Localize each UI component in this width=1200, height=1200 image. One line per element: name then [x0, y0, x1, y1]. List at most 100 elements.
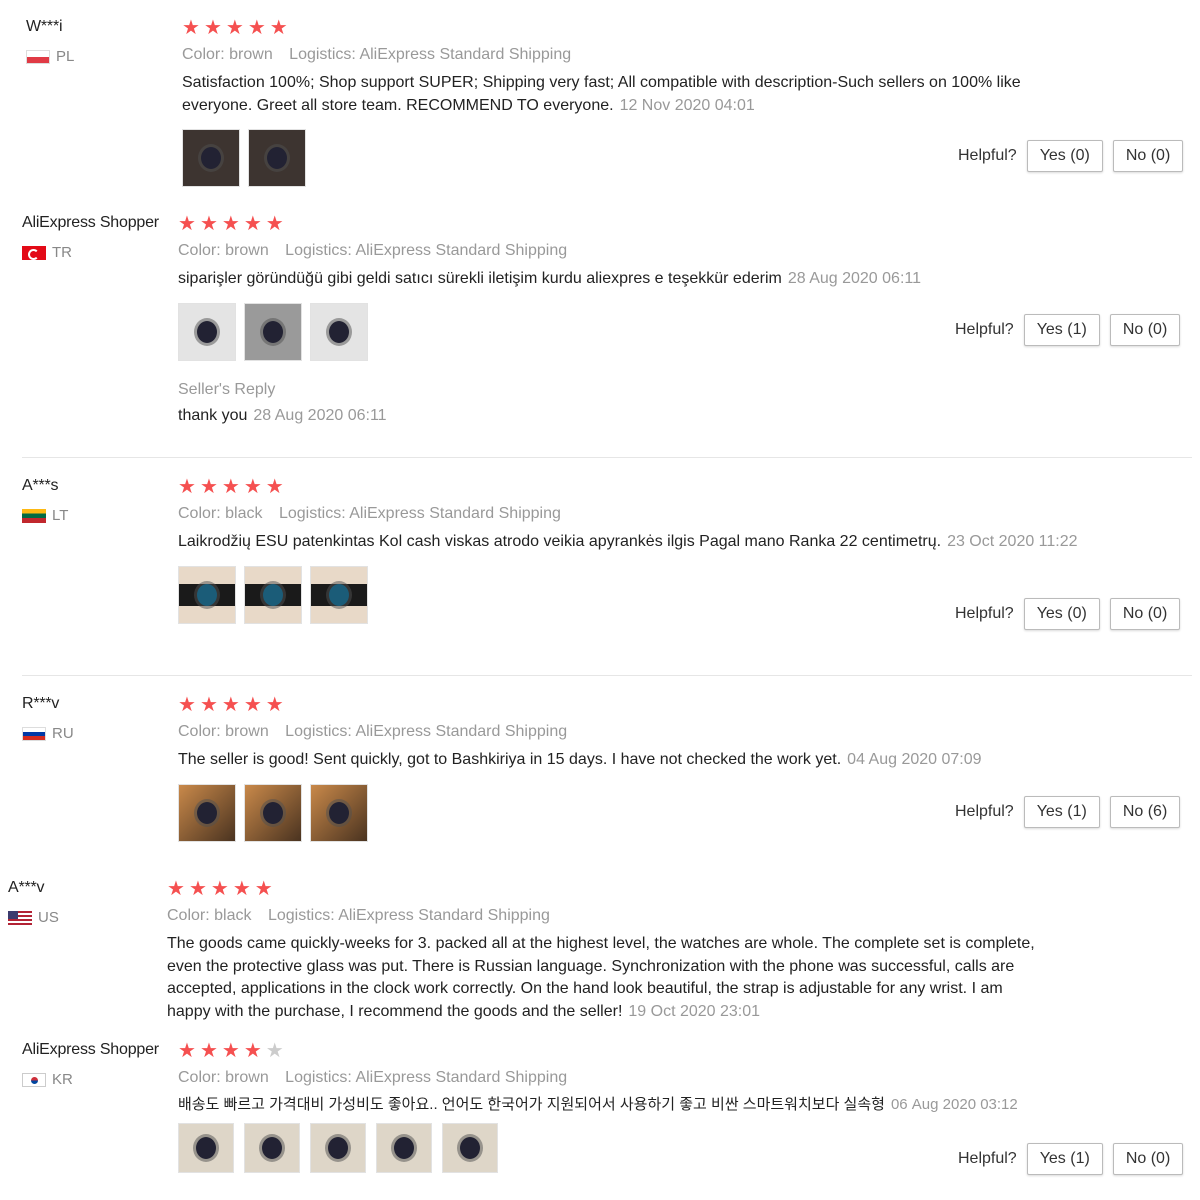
korea-flag-icon	[22, 1072, 46, 1087]
star-icon: ★	[221, 1040, 240, 1062]
reviewer-country: TR	[22, 244, 159, 261]
review-photo[interactable]	[376, 1123, 432, 1173]
review-content: ★ ★ ★ ★ ★ Color: brown Logistics: AliExpress…	[182, 18, 1062, 187]
helpful-no-button[interactable]: No (0)	[1112, 140, 1184, 172]
review-photo[interactable]	[244, 302, 302, 361]
logistics-value: AliExpress Standard Shipping	[355, 723, 568, 740]
helpful-controls: Helpful? Yes (0) No (0)	[958, 140, 1184, 172]
sellers-reply-label: Seller's Reply	[178, 380, 276, 398]
star-icon: ★	[221, 213, 240, 235]
star-icon: ★	[167, 878, 185, 900]
helpful-yes-button[interactable]: Yes (1)	[1023, 314, 1100, 346]
review-content: ★ ★ ★ ★ ★ Color: black Logistics: AliExpress…	[167, 879, 1047, 1023]
reviewer-info: A***v US	[8, 879, 59, 926]
star-rating: ★ ★ ★ ★ ★	[178, 1041, 1078, 1061]
star-icon: ★	[199, 1040, 218, 1062]
review-photo[interactable]	[244, 783, 302, 842]
helpful-yes-button[interactable]: Yes (0)	[1023, 598, 1100, 630]
star-icon: ★	[178, 213, 196, 235]
review-meta: Color: black Logistics: AliExpress Stand…	[178, 505, 1078, 523]
helpful-label: Helpful?	[955, 321, 1014, 338]
review-date: 19 Oct 2020 23:01	[628, 1002, 761, 1020]
review-photo[interactable]	[248, 129, 306, 187]
review-content: ★ ★ ★ ★ ★ Color: brown Logistics: AliExpress…	[178, 695, 1058, 842]
sellers-reply: thank you 28 Aug 2020 06:11	[178, 407, 1058, 425]
review-photo[interactable]	[442, 1123, 498, 1173]
review-photo[interactable]	[310, 302, 368, 361]
country-code: US	[38, 909, 59, 926]
star-icon: ★	[265, 213, 284, 235]
review-photo[interactable]	[178, 783, 236, 842]
helpful-controls: Helpful? Yes (0) No (0)	[955, 598, 1181, 630]
helpful-yes-button[interactable]: Yes (0)	[1026, 140, 1103, 172]
poland-flag-icon	[26, 49, 50, 64]
review-photo[interactable]	[244, 1123, 300, 1173]
review-photo[interactable]	[178, 302, 236, 361]
country-code: TR	[52, 244, 72, 261]
review-meta: Color: brown Logistics: AliExpress Stand…	[178, 1069, 1078, 1087]
review-meta: Color: black Logistics: AliExpress Stand…	[167, 907, 1047, 925]
reviewer-info: AliExpress Shopper TR	[22, 214, 159, 261]
logistics-value: AliExpress Standard Shipping	[355, 1069, 568, 1086]
color-label: Color:	[167, 907, 210, 924]
star-icon: ★	[221, 476, 240, 498]
star-rating: ★ ★ ★ ★ ★	[178, 695, 1058, 715]
logistics-value: AliExpress Standard Shipping	[355, 242, 568, 259]
color-label: Color:	[178, 242, 221, 259]
turkey-flag-icon	[22, 245, 46, 260]
logistics-label: Logistics:	[285, 242, 352, 259]
logistics-value: AliExpress Standard Shipping	[349, 505, 561, 522]
review-date: 04 Aug 2020 07:09	[847, 751, 982, 768]
review-photo[interactable]	[178, 1123, 234, 1173]
helpful-yes-button[interactable]: Yes (1)	[1026, 1143, 1103, 1175]
review-photo[interactable]	[178, 565, 236, 624]
reviewer-name: W***i	[26, 18, 63, 35]
star-icon: ★	[199, 213, 218, 235]
reviewer-name: AliExpress Shopper	[22, 214, 159, 231]
review-photo[interactable]	[310, 1123, 366, 1173]
helpful-yes-button[interactable]: Yes (1)	[1023, 796, 1100, 828]
star-icon: ★	[232, 878, 251, 900]
russia-flag-icon	[22, 726, 46, 741]
review-photo[interactable]	[182, 129, 240, 187]
star-rating: ★ ★ ★ ★ ★	[178, 477, 1078, 497]
color-value: black	[214, 907, 252, 924]
star-icon: ★	[243, 1040, 262, 1062]
reviewer-country: US	[8, 909, 59, 926]
usa-flag-icon	[8, 910, 32, 925]
review-photos	[178, 783, 1058, 842]
color-value: black	[225, 505, 263, 522]
review-photo[interactable]	[244, 565, 302, 624]
color-value: brown	[225, 723, 269, 740]
review-text: The goods came quickly-weeks for 3. pack…	[167, 933, 1047, 1023]
review-date: 28 Aug 2020 06:11	[787, 270, 921, 287]
helpful-no-button[interactable]: No (0)	[1109, 598, 1181, 630]
star-icon: ★	[265, 694, 284, 716]
star-icon: ★	[269, 17, 288, 39]
review-photo[interactable]	[310, 565, 368, 624]
review-body: Laikrodžių ESU patenkintas Kol cash visk…	[178, 533, 942, 550]
star-rating: ★ ★ ★ ★ ★	[178, 214, 1058, 234]
helpful-controls: Helpful? Yes (1) No (0)	[958, 1143, 1184, 1175]
reviewer-country: RU	[22, 725, 74, 742]
lithuania-flag-icon	[22, 508, 46, 523]
reviewer-country: PL	[26, 48, 74, 65]
review-text: Laikrodžių ESU patenkintas Kol cash visk…	[178, 531, 1078, 554]
review-content: ★ ★ ★ ★ ★ Color: black Logistics: AliExpress…	[178, 477, 1078, 624]
helpful-no-button[interactable]: No (0)	[1112, 1143, 1184, 1175]
review-photo[interactable]	[310, 783, 368, 842]
review-body: The goods came quickly-weeks for 3. pack…	[167, 935, 1035, 1020]
review-text: siparişler göründüğü gibi geldi satıcı s…	[178, 268, 1058, 291]
star-icon: ★	[199, 476, 218, 498]
review-divider	[22, 675, 1192, 676]
helpful-controls: Helpful? Yes (1) No (0)	[955, 314, 1181, 346]
star-icon: ★	[210, 878, 229, 900]
star-icon: ★	[247, 17, 266, 39]
logistics-label: Logistics:	[285, 723, 352, 740]
color-value: brown	[225, 1069, 269, 1086]
helpful-no-button[interactable]: No (6)	[1109, 796, 1181, 828]
star-rating: ★ ★ ★ ★ ★	[182, 18, 1062, 38]
reviewer-info: AliExpress Shopper KR	[22, 1041, 159, 1088]
helpful-no-button[interactable]: No (0)	[1109, 314, 1181, 346]
star-icon: ★	[182, 17, 200, 39]
